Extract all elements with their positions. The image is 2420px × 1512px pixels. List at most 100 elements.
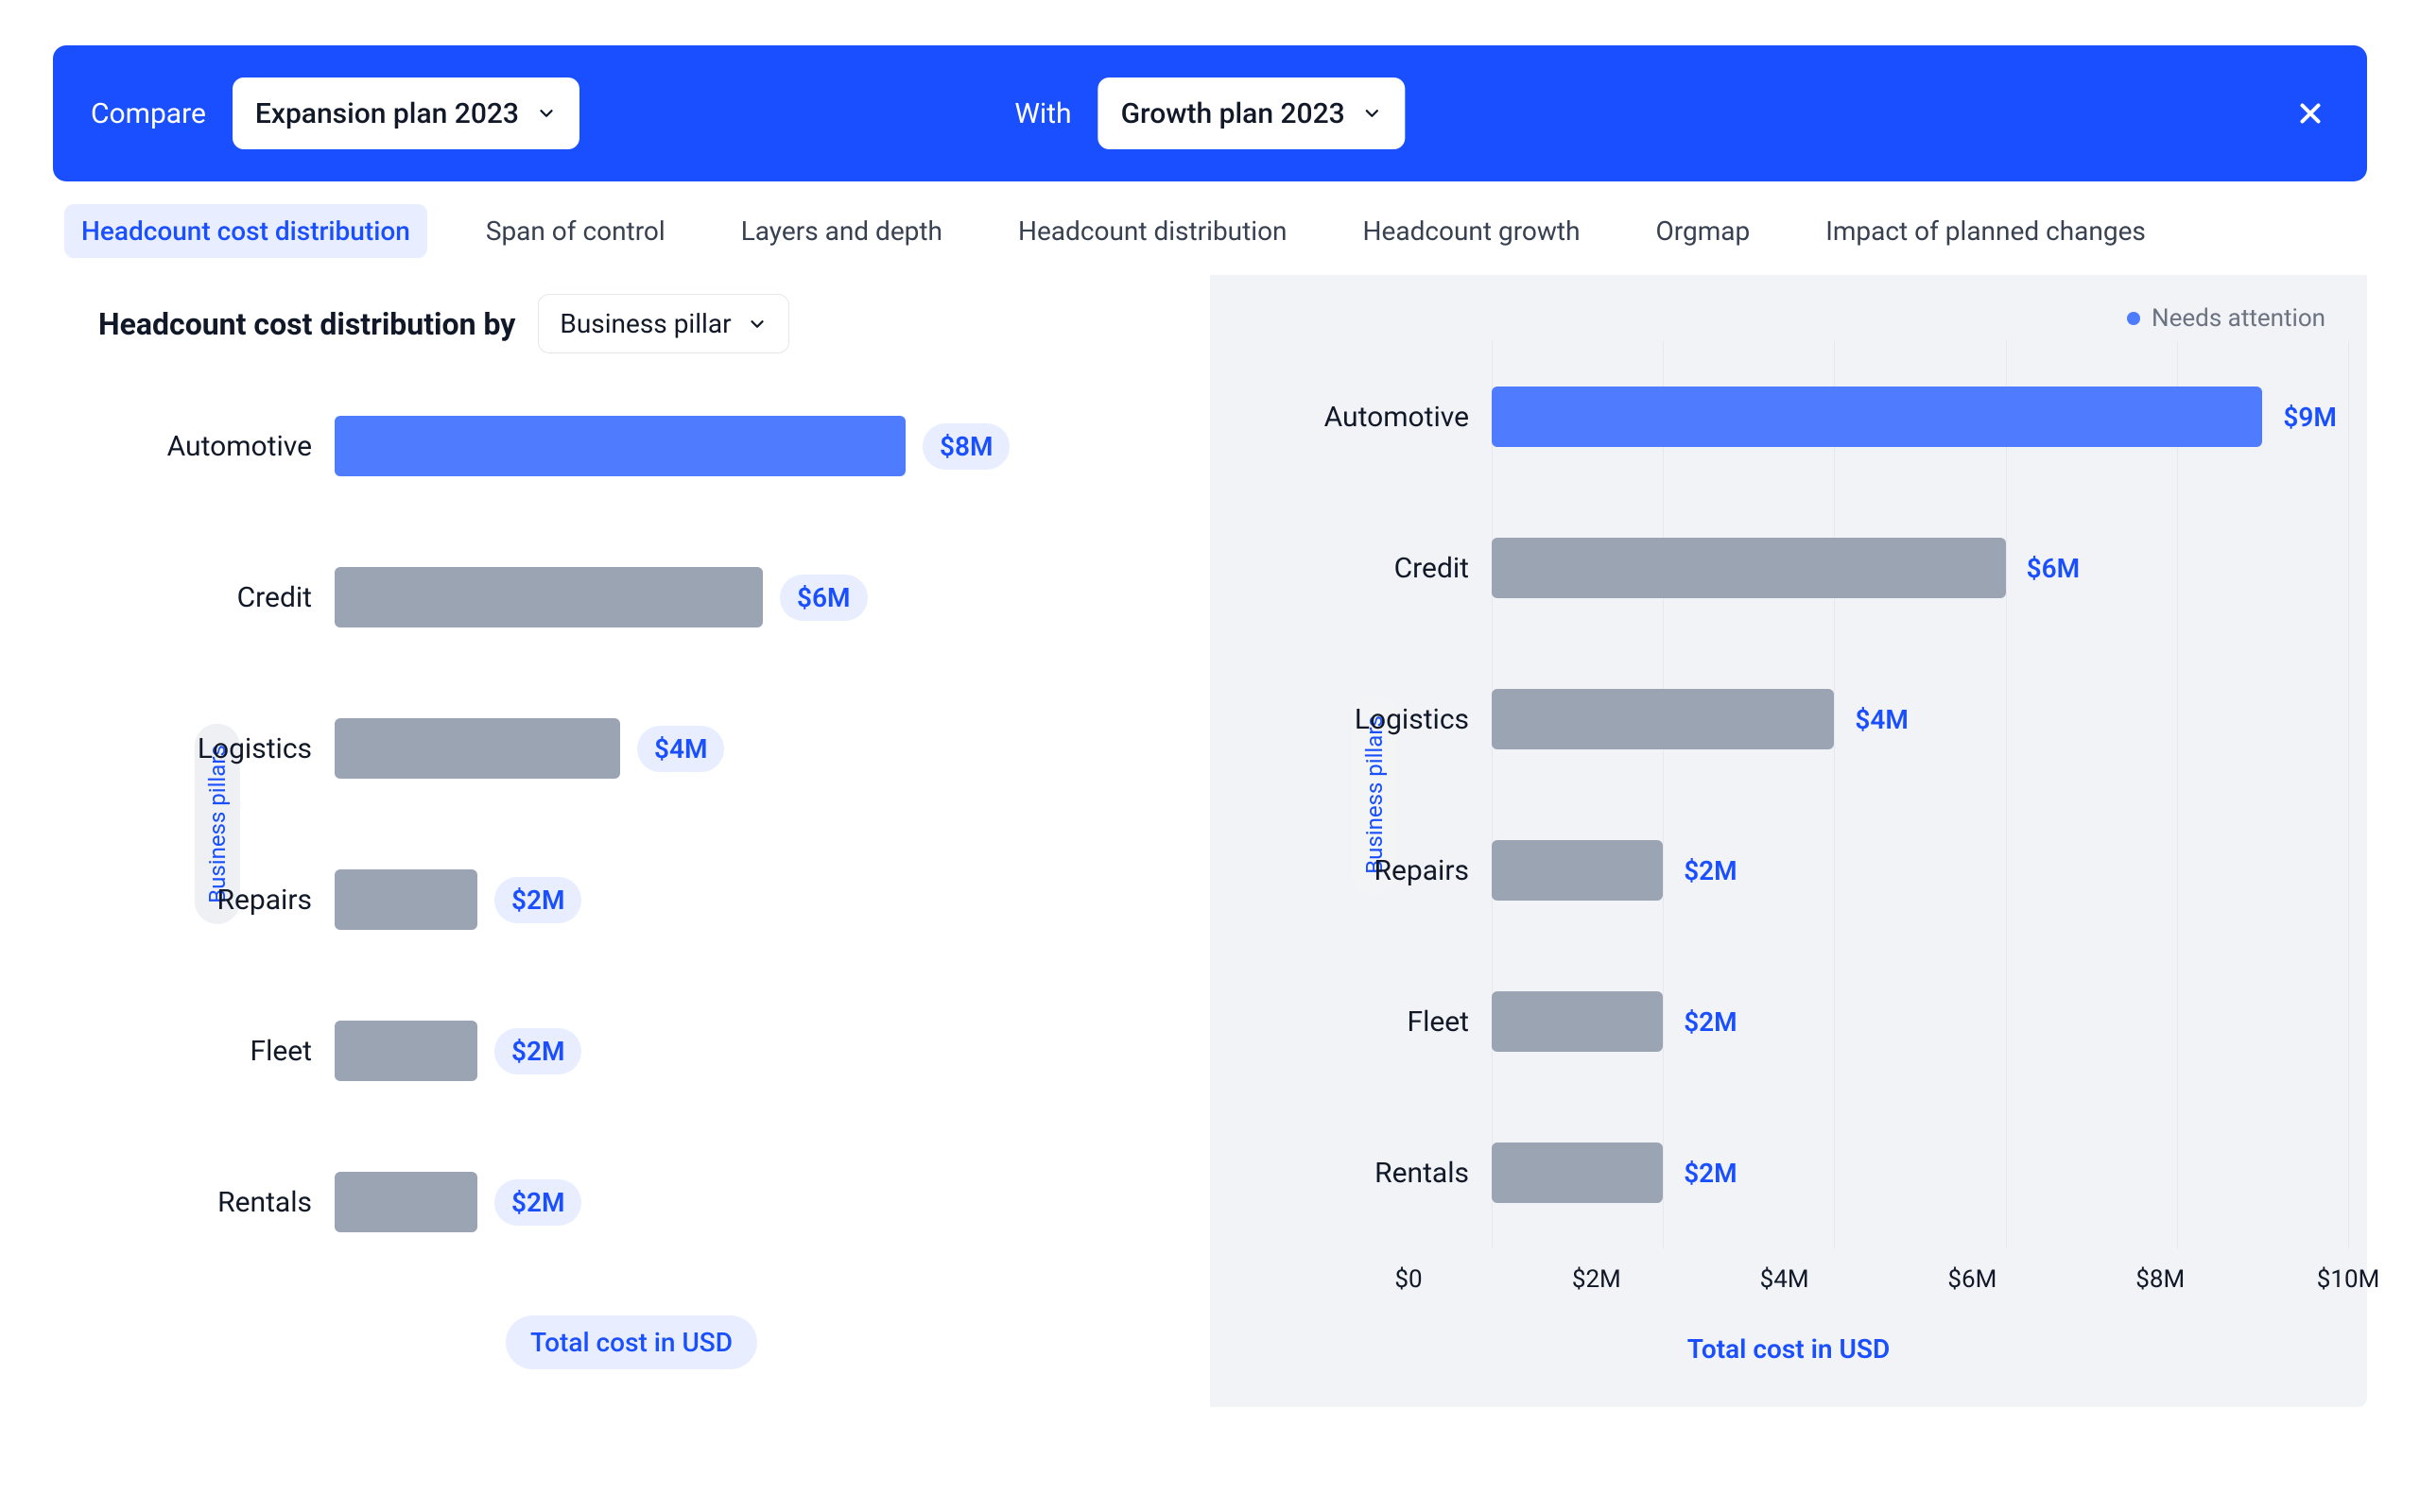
- chevron-down-icon: [747, 314, 768, 335]
- value-label: $8M: [923, 423, 1011, 470]
- bar[interactable]: [335, 567, 763, 627]
- filter-label: Headcount cost distribution by: [98, 306, 515, 342]
- chart-row: Credit $6M: [155, 522, 1191, 673]
- value-label: $2M: [1684, 855, 1737, 886]
- chart-row: Automotive $9M: [1312, 341, 2348, 492]
- close-icon: [2294, 97, 2326, 129]
- value-label: $2M: [494, 1028, 582, 1074]
- bar-holder: $2M: [1492, 840, 2348, 901]
- bar[interactable]: [1492, 840, 1663, 901]
- chevron-down-icon: [536, 103, 557, 124]
- legend-label: Needs attention: [2152, 304, 2325, 333]
- legend-dot-icon: [2127, 312, 2140, 325]
- category-label: Fleet: [155, 1035, 335, 1068]
- tab-headcount-cost-distribution[interactable]: Headcount cost distribution: [64, 204, 427, 258]
- left-chart-panel: Headcount cost distribution by Business …: [53, 275, 1210, 1407]
- plan-a-dropdown[interactable]: Expansion plan 2023: [233, 77, 579, 149]
- plan-b-dropdown[interactable]: Growth plan 2023: [1098, 77, 1406, 149]
- with-label: With: [1014, 97, 1071, 130]
- value-label: $6M: [780, 575, 868, 621]
- chart-row: Logistics $4M: [1312, 644, 2348, 795]
- category-label: Logistics: [1312, 703, 1492, 736]
- tab-impact-of-planned-changes[interactable]: Impact of planned changes: [1808, 204, 2163, 258]
- tab-headcount-distribution[interactable]: Headcount distribution: [1001, 204, 1305, 258]
- bar-holder: $6M: [335, 567, 1191, 627]
- value-label: $4M: [637, 726, 725, 772]
- bar[interactable]: [1492, 991, 1663, 1052]
- right-chart: Business pillars Automotive$9MCredit$6ML…: [1312, 341, 2348, 1248]
- x-tick-label: $2M: [1572, 1265, 1621, 1294]
- group-by-value: Business pillar: [560, 308, 731, 339]
- category-label: Credit: [155, 581, 335, 614]
- value-label: $2M: [1684, 1006, 1737, 1038]
- x-tick-label: $8M: [2135, 1265, 2185, 1294]
- bar[interactable]: [335, 1021, 477, 1081]
- value-label: $6M: [2027, 553, 2081, 584]
- group-by-dropdown[interactable]: Business pillar: [538, 294, 788, 353]
- tab-span-of-control[interactable]: Span of control: [469, 204, 683, 258]
- bar-holder: $2M: [335, 1021, 1191, 1081]
- value-label: $2M: [1684, 1158, 1737, 1189]
- filter-row: Headcount cost distribution by Business …: [72, 284, 1191, 370]
- legend: Needs attention: [1229, 284, 2348, 341]
- bar[interactable]: [1492, 1143, 1663, 1203]
- right-chart-panel: Needs attention Business pillars Automot…: [1210, 275, 2367, 1407]
- x-tick-label: $10M: [2317, 1265, 2380, 1294]
- tab-layers-and-depth[interactable]: Layers and depth: [724, 204, 959, 258]
- category-label: Fleet: [1312, 1005, 1492, 1039]
- bar[interactable]: [335, 416, 906, 476]
- chart-row: Automotive $8M: [155, 370, 1191, 522]
- value-label: $4M: [1855, 704, 1909, 735]
- category-label: Credit: [1312, 552, 1492, 585]
- chart-row: Repairs $2M: [155, 824, 1191, 975]
- bar[interactable]: [1492, 689, 1834, 749]
- left-x-axis-label: Total cost in USD: [506, 1315, 757, 1369]
- bar-holder: $2M: [1492, 991, 2348, 1052]
- chart-row: Fleet $2M: [155, 975, 1191, 1126]
- tab-orgmap[interactable]: Orgmap: [1639, 204, 1768, 258]
- bar[interactable]: [335, 1172, 477, 1232]
- chart-row: Repairs $2M: [1312, 795, 2348, 946]
- chart-row: Fleet $2M: [1312, 946, 2348, 1097]
- right-x-ticks: $0$2M$4M$6M$8M$10M: [1409, 1248, 2348, 1296]
- x-tick-label: $4M: [1760, 1265, 1809, 1294]
- left-chart: Business pillars Automotive$8MCredit$6ML…: [155, 370, 1191, 1278]
- bar-holder: $8M: [335, 416, 1191, 476]
- bar[interactable]: [1492, 387, 2262, 447]
- bar-holder: $6M: [1492, 538, 2348, 598]
- category-label: Automotive: [1312, 401, 1492, 434]
- chart-row: Credit $6M: [1312, 492, 2348, 644]
- value-label: $2M: [494, 1179, 582, 1226]
- close-button[interactable]: [2291, 94, 2329, 132]
- value-label: $2M: [494, 877, 582, 923]
- bar-holder: $2M: [335, 1172, 1191, 1232]
- category-label: Logistics: [155, 732, 335, 765]
- category-label: Repairs: [155, 884, 335, 917]
- compare-label: Compare: [91, 97, 206, 130]
- right-x-axis-label: Total cost in USD: [1687, 1333, 1890, 1365]
- chart-row: Rentals $2M: [1312, 1097, 2348, 1248]
- right-x-axis-label-wrap: Total cost in USD: [1229, 1296, 2348, 1365]
- tab-headcount-growth[interactable]: Headcount growth: [1346, 204, 1598, 258]
- bar-holder: $4M: [335, 718, 1191, 779]
- category-label: Repairs: [1312, 854, 1492, 887]
- plan-b-value: Growth plan 2023: [1121, 97, 1345, 130]
- bar-holder: $2M: [335, 869, 1191, 930]
- bar[interactable]: [1492, 538, 2006, 598]
- category-label: Rentals: [1312, 1157, 1492, 1190]
- value-label: $9M: [2283, 402, 2337, 433]
- chart-row: Logistics $4M: [155, 673, 1191, 824]
- x-tick-label: $0: [1394, 1265, 1422, 1294]
- category-label: Rentals: [155, 1186, 335, 1219]
- chart-row: Rentals $2M: [155, 1126, 1191, 1278]
- compare-header: Compare Expansion plan 2023 With Growth …: [53, 45, 2367, 181]
- left-x-axis-label-wrap: Total cost in USD: [72, 1278, 1191, 1369]
- tab-bar: Headcount cost distribution Span of cont…: [53, 181, 2367, 275]
- bar[interactable]: [335, 869, 477, 930]
- x-tick-label: $6M: [1947, 1265, 1996, 1294]
- category-label: Automotive: [155, 430, 335, 463]
- bar-holder: $9M: [1492, 387, 2348, 447]
- bar-holder: $2M: [1492, 1143, 2348, 1203]
- plan-a-value: Expansion plan 2023: [255, 97, 519, 130]
- bar[interactable]: [335, 718, 620, 779]
